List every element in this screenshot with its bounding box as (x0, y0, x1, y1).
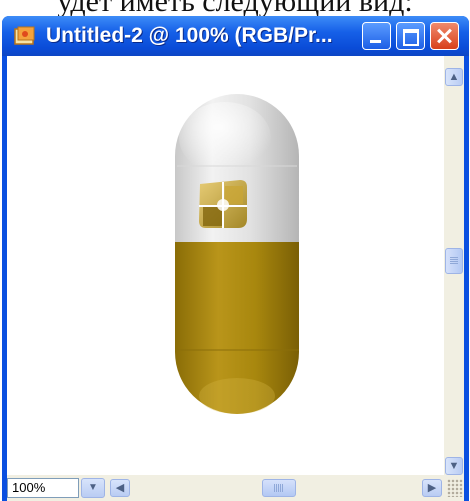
scroll-right-icon[interactable]: ▶ (422, 479, 442, 497)
scroll-down-icon[interactable]: ▼ (445, 457, 463, 475)
window-title: Untitled-2 @ 100% (RGB/Pr... (46, 24, 333, 47)
vertical-scroll-thumb[interactable] (445, 248, 463, 274)
scroll-left-icon[interactable]: ◀ (110, 479, 130, 497)
zoom-level-field[interactable]: 100% (7, 478, 79, 498)
status-bar: 100% ▼ ◀ ▶ (7, 475, 464, 501)
scroll-up-icon[interactable]: ▲ (445, 68, 463, 86)
image-canvas[interactable] (7, 56, 444, 475)
chevron-down-icon[interactable]: ▼ (81, 478, 105, 498)
horizontal-scroll-thumb[interactable] (262, 479, 296, 497)
resize-grip-icon[interactable] (447, 479, 463, 497)
photoshop-document-icon (14, 26, 35, 45)
title-bar[interactable]: Untitled-2 @ 100% (RGB/Pr... (2, 16, 469, 56)
pill-capsule-image (175, 94, 299, 414)
document-window: Untitled-2 @ 100% (RGB/Pr... ▲ ▼ 100% ▼ … (2, 16, 469, 501)
maximize-button[interactable] (396, 22, 425, 50)
close-button[interactable] (430, 22, 459, 50)
vertical-scrollbar[interactable]: ▲ ▼ (444, 56, 464, 475)
minimize-button[interactable] (362, 22, 391, 50)
pill-logo (199, 180, 247, 228)
